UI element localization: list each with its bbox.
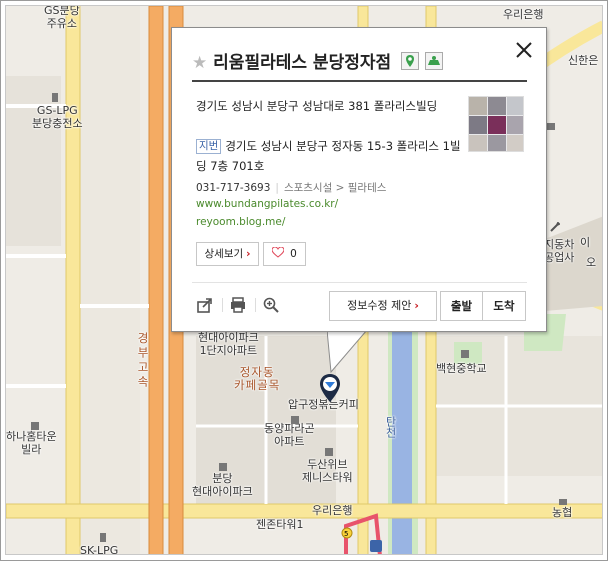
building-icon xyxy=(461,350,469,358)
map-frame: GS분당 주유소 GS-LPG 분당충전소 우리은행 신한은 현대아이파크 1단… xyxy=(0,0,608,561)
gyeongbu-expressway xyxy=(148,6,164,554)
map-label-uri-bank-bottom[interactable]: 우리은행 xyxy=(312,504,352,517)
map-label-hanahome[interactable]: 하나홈타운 빌라 xyxy=(6,430,57,456)
toolbar-separator xyxy=(222,298,223,312)
map-label-cafe-street[interactable]: 정자동 카페골목 xyxy=(234,366,280,392)
subway-exit-number: 5 xyxy=(344,530,349,538)
map-label-nonghyup[interactable]: 농협 xyxy=(552,506,572,519)
homepage-link[interactable]: www.bundangpilates.co.kr/ xyxy=(196,198,338,210)
gas-station-icon xyxy=(100,533,106,542)
place-info-popup: ★ 리움필라테스 분당정자점 경기도 성남시 분당구 성남대로 381 폴라리스… xyxy=(171,27,547,332)
zoom-in-icon[interactable] xyxy=(262,296,280,314)
category-arrow: > xyxy=(335,182,345,194)
shop-icon xyxy=(547,123,555,130)
map-label-dongyang-paragon[interactable]: 동양파라곤 아파트 xyxy=(264,422,315,448)
toolbar-separator xyxy=(255,298,256,312)
building-icon xyxy=(31,422,39,430)
blog-link[interactable]: reyoom.blog.me/ xyxy=(196,216,285,228)
bank-icon xyxy=(559,499,567,505)
arrive-button[interactable]: 도착 xyxy=(482,291,526,321)
map-label-gyeongbu-expressway: 경부고속 xyxy=(136,332,150,390)
edit-suggestion-button[interactable]: 정보수정 제안 › xyxy=(329,291,437,321)
map-label-shinhan[interactable]: 신한은 xyxy=(568,54,598,67)
building-icon xyxy=(325,448,333,456)
subway-station-icon xyxy=(370,540,382,552)
phone-number[interactable]: 031-717-3693 xyxy=(196,182,270,194)
category-secondary: 필라테스 xyxy=(347,182,387,194)
map-marker-badge-icon xyxy=(401,52,420,70)
toolbar-divider xyxy=(192,282,527,283)
map-label-bundang-hyundai-ipark[interactable]: 분당 현대아이파크 xyxy=(192,472,253,498)
title-divider xyxy=(192,80,527,82)
building-icon xyxy=(219,463,227,471)
map-label-hyundai-ipark-1[interactable]: 현대아이파크 1단지아파트 xyxy=(198,331,259,357)
jibun-address-row: 지번 경기도 성남시 분당구 정자동 15-3 폴라리스 1빌딩 7층 701호 xyxy=(196,136,464,176)
place-title: 리움필라테스 분당정자점 xyxy=(213,53,392,73)
place-meta-row: 031-717-3693 | 스포츠시설 > 필라테스 xyxy=(196,182,387,194)
roadview-badge-icon xyxy=(424,52,443,70)
popup-tail xyxy=(327,330,368,374)
place-title-row: ★ 리움필라테스 분당정자점 xyxy=(192,48,443,73)
map-label-tancheon: 탄천 xyxy=(384,416,397,438)
jibun-badge: 지번 xyxy=(196,139,222,154)
location-pin-icon[interactable] xyxy=(319,373,341,403)
road-address: 경기도 성남시 분당구 성남대로 381 폴라리스빌딩 xyxy=(196,99,438,113)
map-label-gas-station[interactable]: GS분당 주유소 xyxy=(44,6,80,30)
print-icon[interactable] xyxy=(229,296,247,314)
gas-station-icon xyxy=(52,93,58,102)
favorite-star-icon[interactable]: ★ xyxy=(192,53,207,73)
map-label-gentle-tower[interactable]: 젠존타워1 xyxy=(256,518,303,531)
like-button[interactable]: 0 xyxy=(263,242,306,266)
map-label-baekhyeon-school[interactable]: 백현중학교 xyxy=(436,362,487,375)
heart-icon xyxy=(271,246,285,258)
map-label-fragment-i: 이 xyxy=(580,236,591,249)
map-label-uri-bank-top[interactable]: 우리은행 xyxy=(503,8,543,21)
like-count: 0 xyxy=(290,248,297,260)
detail-button[interactable]: 상세보기 › xyxy=(196,242,259,266)
wrench-icon xyxy=(550,222,560,232)
map-label-doosan-weve[interactable]: 두산위브 제니스타워 xyxy=(302,458,353,484)
close-icon[interactable] xyxy=(514,40,534,60)
category-primary: 스포츠시설 xyxy=(283,182,333,194)
share-icon[interactable] xyxy=(196,296,214,314)
map-label-gs-lpg[interactable]: GS-LPG 분당충전소 xyxy=(32,104,83,130)
place-photo-collage xyxy=(469,97,523,151)
map-label-jidongcha[interactable]: 지동차 공업사 xyxy=(544,238,574,264)
depart-button[interactable]: 출발 xyxy=(440,291,483,321)
place-thumbnail[interactable] xyxy=(468,96,524,152)
map-label-fragment-o: 오 xyxy=(586,256,597,269)
map-label-sk-lpg[interactable]: SK-LPG xyxy=(80,544,118,554)
building-icon xyxy=(291,416,299,424)
jibun-address: 경기도 성남시 분당구 정자동 15-3 폴라리스 1빌딩 7층 701호 xyxy=(196,139,461,173)
